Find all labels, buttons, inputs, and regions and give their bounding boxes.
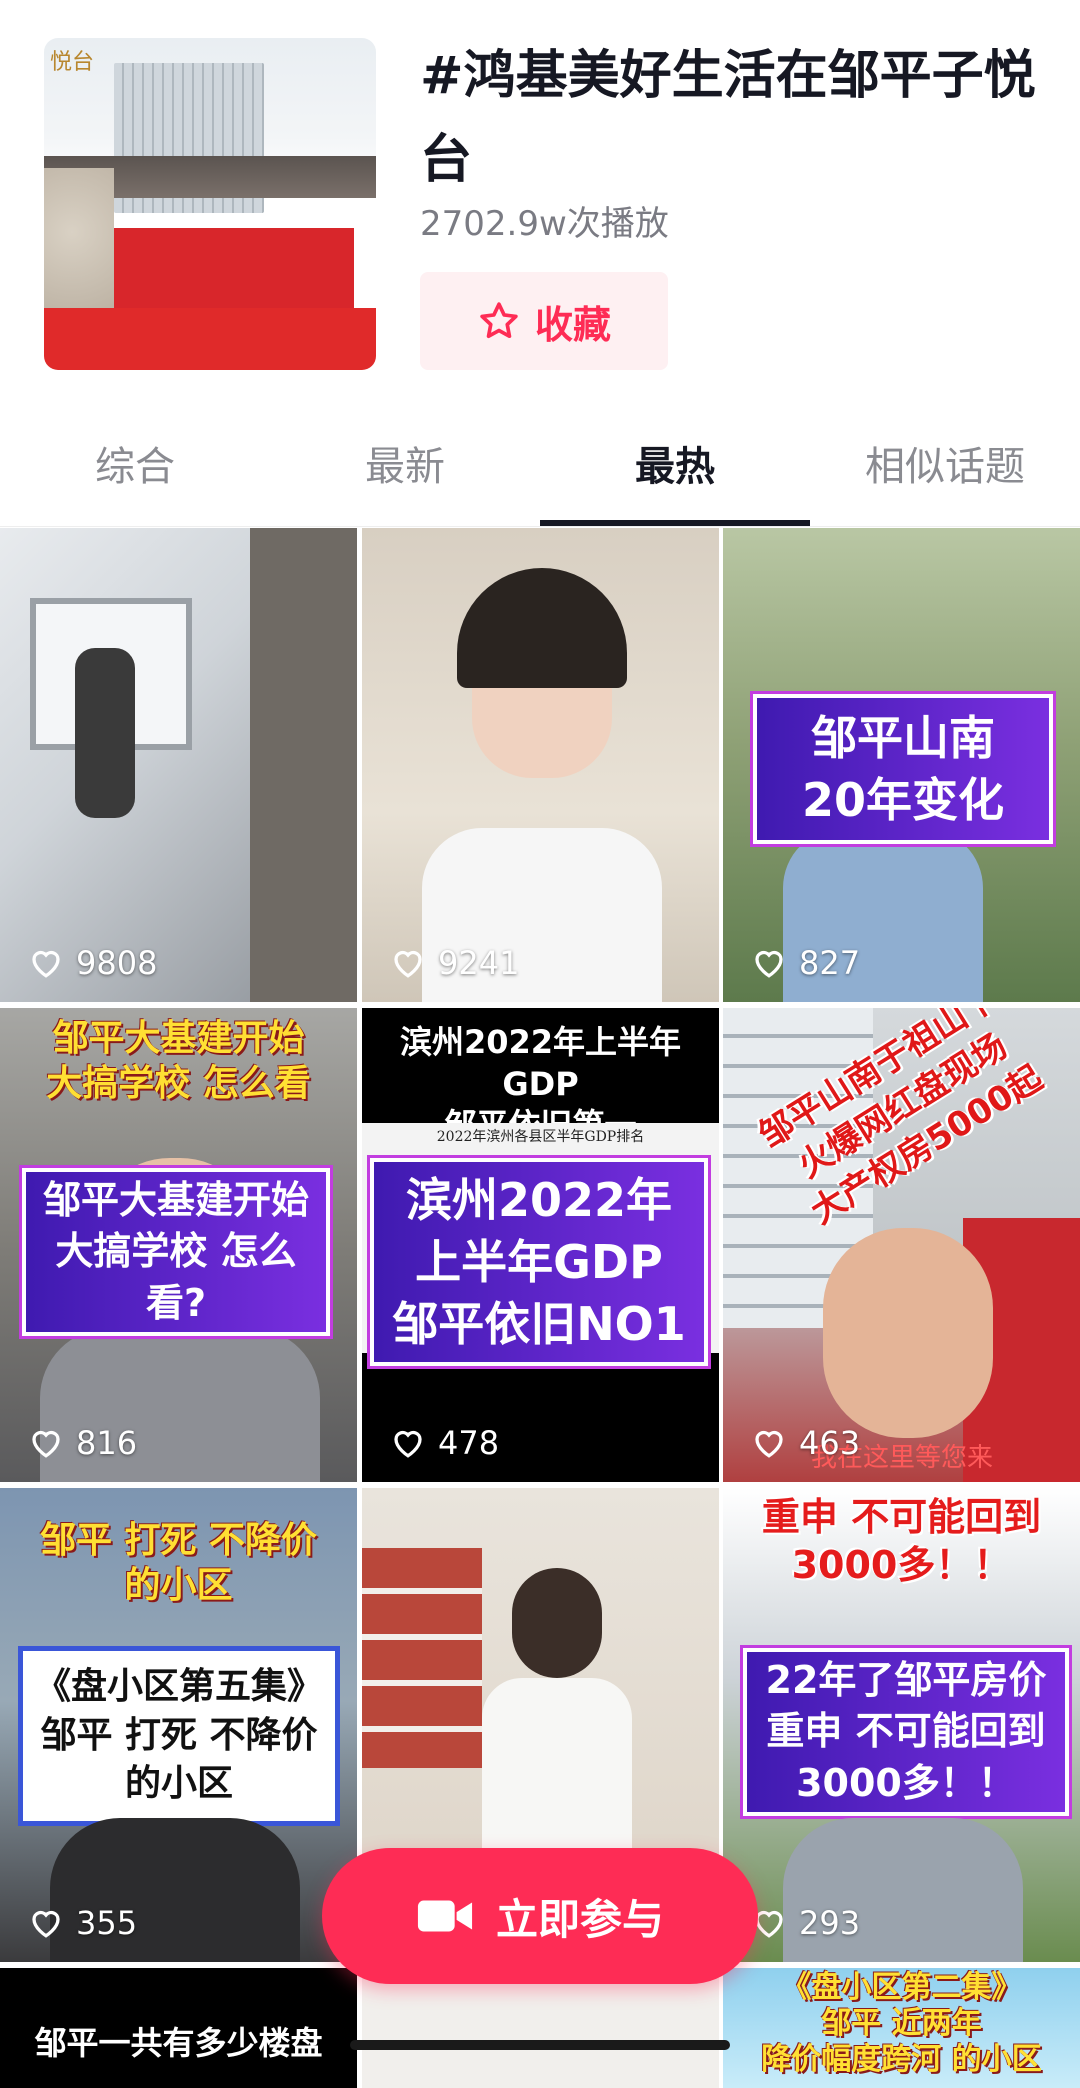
heart-icon — [32, 1910, 60, 1938]
like-count: 293 — [751, 1904, 860, 1942]
heart-icon — [755, 950, 783, 978]
video-banner-text: 22年了邹平房价 重申 不可能回到 3000多！！ — [743, 1648, 1069, 1816]
like-count: 9808 — [28, 944, 157, 982]
table-subtitle: 2022年滨州各县区半年GDP排名 — [436, 1129, 645, 1145]
star-icon — [480, 302, 518, 339]
favorite-label: 收藏 — [534, 302, 611, 347]
video-top-caption: 邹平一共有多少楼盘 — [34, 2024, 323, 2062]
video-card[interactable]: 邹平 打死 不降价 的小区 《盘小区第五集》 邹平 打死 不降价 的小区 355 — [0, 1488, 357, 1962]
video-top-caption: 《盘小区第二集》 邹平 近两年 降价幅度跨河 的小区 — [761, 1970, 1042, 2077]
topic-title: #鸿基美好生活在邹平子悦台 — [420, 46, 1036, 190]
join-now-label: 立即参与 — [495, 1894, 664, 1944]
like-count: 816 — [28, 1424, 137, 1462]
video-banner-text: 邹平山南 20年变化 — [753, 694, 1053, 844]
home-indicator[interactable] — [350, 2040, 730, 2050]
video-card[interactable]: 邹平一共有多少楼盘 — [0, 1968, 357, 2088]
heart-icon — [394, 1430, 422, 1458]
topic-cover-image: 悦台 — [44, 38, 376, 370]
video-banner-text: 邹平大基建开始 大搞学校 怎么 看? — [22, 1168, 330, 1336]
video-card[interactable]: 重申 不可能回到 3000多！！ 22年了邹平房价 重申 不可能回到 3000多… — [723, 1488, 1080, 1962]
like-count: 827 — [751, 944, 860, 982]
video-banner-text: 滨州2022年 上半年GDP 邹平依旧NO1 — [370, 1158, 708, 1366]
video-card[interactable]: 滨州2022年上半年GDP 邹平依旧第一 2022年滨州各县区半年GDP排名 滨… — [362, 1008, 719, 1482]
video-card[interactable]: 9808 — [0, 528, 357, 1002]
video-top-caption: 重申 不可能回到 3000多！！ — [761, 1495, 1042, 1587]
tab-comprehensive[interactable]: 综合 — [0, 400, 270, 526]
like-count: 463 — [751, 1424, 860, 1462]
favorite-button[interactable]: 收藏 — [420, 272, 668, 370]
heart-icon — [755, 1430, 783, 1458]
topic-header: 悦台 #鸿基美好生活在邹平子悦台 2702.9w次播放 收藏 — [0, 0, 1080, 400]
video-card[interactable]: 邹平山南于祖山下 火爆网红盘现场 大产权房5000起 我在这里等您来 463 — [723, 1008, 1080, 1482]
video-card[interactable]: 邹平大基建开始 大搞学校 怎么看 邹平大基建开始 大搞学校 怎么 看? 816 — [0, 1008, 357, 1482]
play-count: 2702.9w次播放 — [420, 204, 669, 244]
heart-icon — [32, 950, 60, 978]
video-card[interactable]: 邹平山南 20年变化 827 — [723, 528, 1080, 1002]
cover-logo: 悦台 — [50, 50, 95, 75]
heart-icon — [32, 1430, 60, 1458]
video-banner-text: 《盘小区第五集》 邹平 打死 不降价 的小区 — [18, 1646, 340, 1826]
video-card[interactable] — [362, 1968, 719, 2088]
video-card[interactable]: 9241 — [362, 528, 719, 1002]
tab-hottest[interactable]: 最热 — [540, 400, 810, 526]
like-count: 355 — [28, 1904, 137, 1942]
video-top-caption: 邹平 打死 不降价 的小区 — [39, 1520, 318, 1606]
tab-bar: 综合 最新 最热 相似话题 — [0, 400, 1080, 527]
like-count: 9241 — [390, 944, 519, 982]
like-count: 478 — [390, 1424, 499, 1462]
video-top-caption: 邹平大基建开始 大搞学校 怎么看 — [46, 1018, 311, 1104]
video-card[interactable]: 《盘小区第二集》 邹平 近两年 降价幅度跨河 的小区 — [723, 1968, 1080, 2088]
tab-latest[interactable]: 最新 — [270, 400, 540, 526]
video-camera-icon — [417, 1900, 473, 1932]
tab-similar-topics[interactable]: 相似话题 — [810, 400, 1080, 526]
join-now-button[interactable]: 立即参与 — [322, 1848, 758, 1984]
heart-icon — [394, 950, 422, 978]
